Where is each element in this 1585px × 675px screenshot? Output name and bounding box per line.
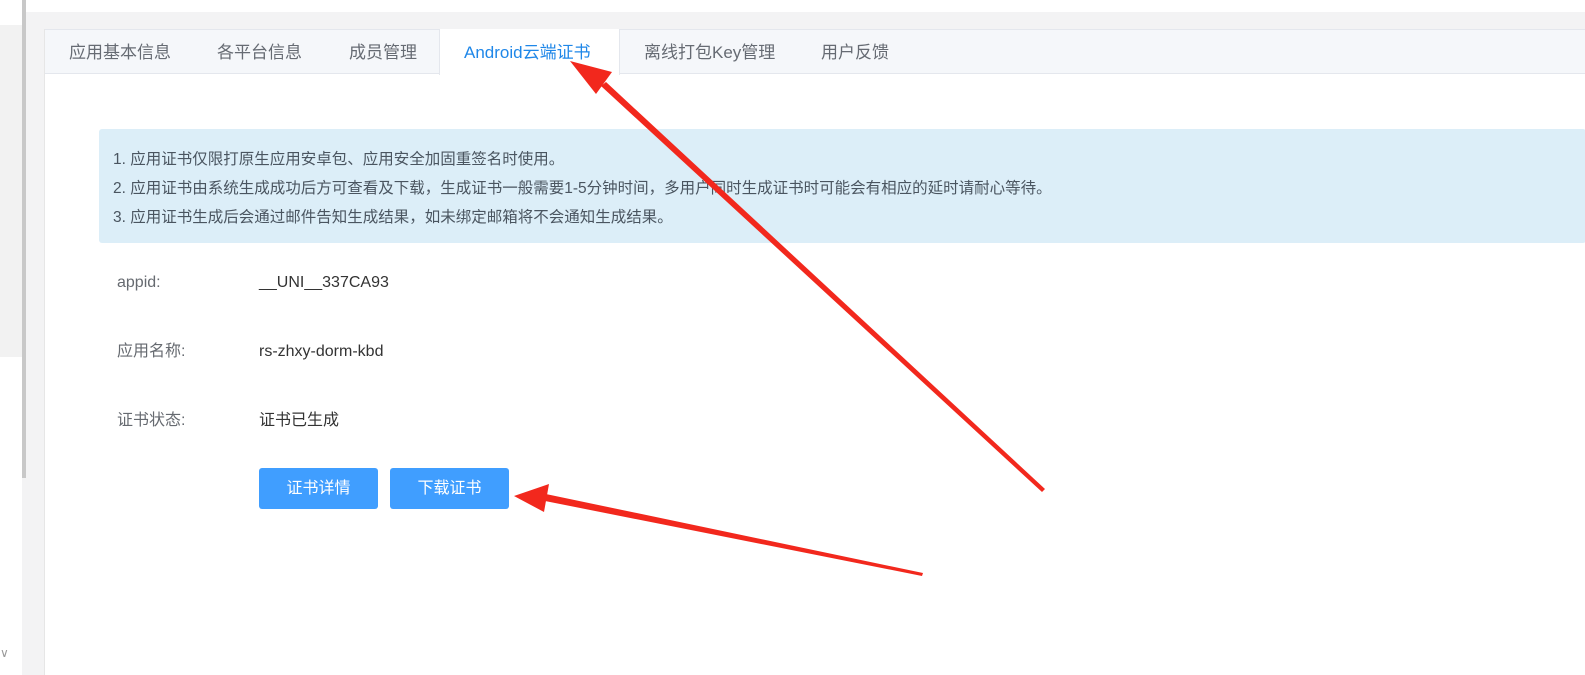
left-panel-block [0,25,22,357]
app-name-label: 应用名称: [117,343,186,360]
app-name-value: rs-zhxy-dorm-kbd [259,343,384,360]
tab-member-management[interactable]: 成员管理 [325,30,441,75]
tab-platform-info[interactable]: 各平台信息 [193,30,326,75]
appid-label: appid: [117,274,161,291]
left-scrollbar[interactable] [22,0,26,478]
tab-offline-package-key[interactable]: 离线打包Key管理 [620,30,799,75]
top-band [26,0,1585,12]
certificate-detail-button[interactable]: 证书详情 [259,468,378,509]
tab-app-basic-info[interactable]: 应用基本信息 [45,30,195,75]
appid-value: __UNI__337CA93 [259,274,389,291]
tab-android-cloud-certificate[interactable]: Android云端证书 [439,29,620,75]
notice-line: 3. 应用证书生成后会通过邮件告知生成结果，如未绑定邮箱将不会通知生成结果。 [113,209,673,226]
certificate-status-label: 证书状态: [117,412,186,429]
content-card: 应用基本信息 各平台信息 成员管理 Android云端证书 离线打包Key管理 … [44,29,1585,675]
certificate-status-value: 证书已生成 [259,412,340,429]
notice-line: 2. 应用证书由系统生成成功后方可查看及下载，生成证书一般需要1-5分钟时间，多… [113,180,1052,197]
notice-box: 1. 应用证书仅限打原生应用安卓包、应用安全加固重签名时使用。 2. 应用证书由… [99,129,1585,243]
notice-line: 1. 应用证书仅限打原生应用安卓包、应用安全加固重签名时使用。 [113,151,565,168]
download-certificate-button[interactable]: 下载证书 [390,468,509,509]
tab-user-feedback[interactable]: 用户反馈 [797,30,913,75]
tab-bar: 应用基本信息 各平台信息 成员管理 Android云端证书 离线打包Key管理 … [45,29,1585,75]
left-panel-edge: ∨ [0,0,22,675]
chevron-down-icon[interactable]: ∨ [0,646,14,660]
